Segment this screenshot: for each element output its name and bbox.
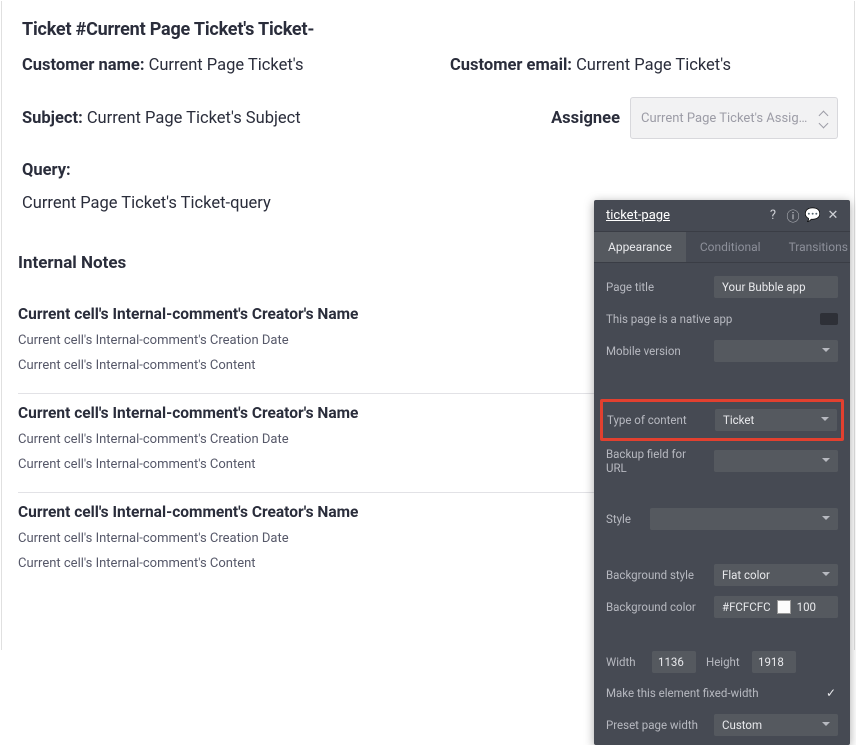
prop-bg-color-opacity: 100 [797,600,816,614]
color-swatch-icon [777,600,791,614]
customer-name-value: Current Page Ticket's [149,56,304,75]
prop-page-title-input[interactable]: Your Bubble app [714,276,838,298]
type-of-content-highlight: Type of content Ticket [600,399,844,441]
prop-backup-field-select[interactable] [714,450,838,472]
prop-preset-width-label: Preset page width [606,718,706,732]
customer-email-label: Customer email: [450,56,572,75]
panel-header[interactable]: ticket-page ? ⓘ 💬 ✕ [594,200,850,232]
tab-conditional[interactable]: Conditional [686,232,775,262]
prop-bg-style-select[interactable]: Flat color [714,564,838,586]
assignee-select[interactable]: Current Page Ticket's Assignee's Na [630,97,838,139]
customer-email-value: Current Page Ticket's [576,56,731,75]
prop-backup-field-label: Backup field for URL [606,447,706,475]
prop-type-of-content-label: Type of content [607,413,707,427]
assignee-label: Assignee [551,109,620,128]
prop-height-label: Height [706,655,742,669]
prop-bg-color-input[interactable]: #FCFCFC 100 [714,596,838,618]
tab-transitions[interactable]: Transitions [775,232,856,262]
subject-value: Current Page Ticket's Subject [87,109,301,128]
prop-style-select[interactable] [650,508,838,530]
property-panel[interactable]: ticket-page ? ⓘ 💬 ✕ Appearance Condition… [594,200,850,745]
prop-width-label: Width [606,655,642,669]
comment-icon[interactable]: 💬 [806,209,820,223]
prop-preset-width-select[interactable]: Custom [714,714,838,736]
prop-fixed-width-check[interactable]: ✓ [824,686,838,700]
prop-native-app-toggle[interactable] [820,313,838,325]
prop-page-title-label: Page title [606,280,706,294]
close-icon[interactable]: ✕ [826,209,840,223]
prop-native-app-label: This page is a native app [606,312,812,326]
panel-title[interactable]: ticket-page [606,208,670,223]
prop-bg-style-label: Background style [606,568,706,582]
prop-width-input[interactable]: 1136 [652,651,696,673]
customer-name-label: Customer name: [22,56,144,75]
prop-type-of-content-select[interactable]: Ticket [715,409,837,431]
tab-appearance[interactable]: Appearance [594,232,686,262]
panel-tabs: Appearance Conditional Transitions [594,232,850,263]
prop-height-input[interactable]: 1918 [752,651,796,673]
prop-mobile-version-label: Mobile version [606,344,706,358]
prop-fixed-width-label: Make this element fixed-width [606,686,816,700]
panel-body: Page title Your Bubble app This page is … [594,263,850,745]
prop-style-label: Style [606,512,642,526]
prop-mobile-version-select[interactable] [714,340,838,362]
prop-bg-color-label: Background color [606,600,706,614]
customer-email-line: Customer email: Current Page Ticket's [450,54,838,77]
prop-bg-color-hex: #FCFCFC [722,600,771,614]
query-label: Query: [22,161,838,180]
ticket-number: Ticket #Current Page Ticket's Ticket- [22,19,838,40]
subject-label: Subject: [22,109,83,128]
customer-name-line: Customer name: Current Page Ticket's [22,54,410,77]
help-icon[interactable]: ? [766,209,780,223]
subject-line: Subject: Current Page Ticket's Subject [22,107,511,130]
info-icon[interactable]: ⓘ [786,209,800,223]
